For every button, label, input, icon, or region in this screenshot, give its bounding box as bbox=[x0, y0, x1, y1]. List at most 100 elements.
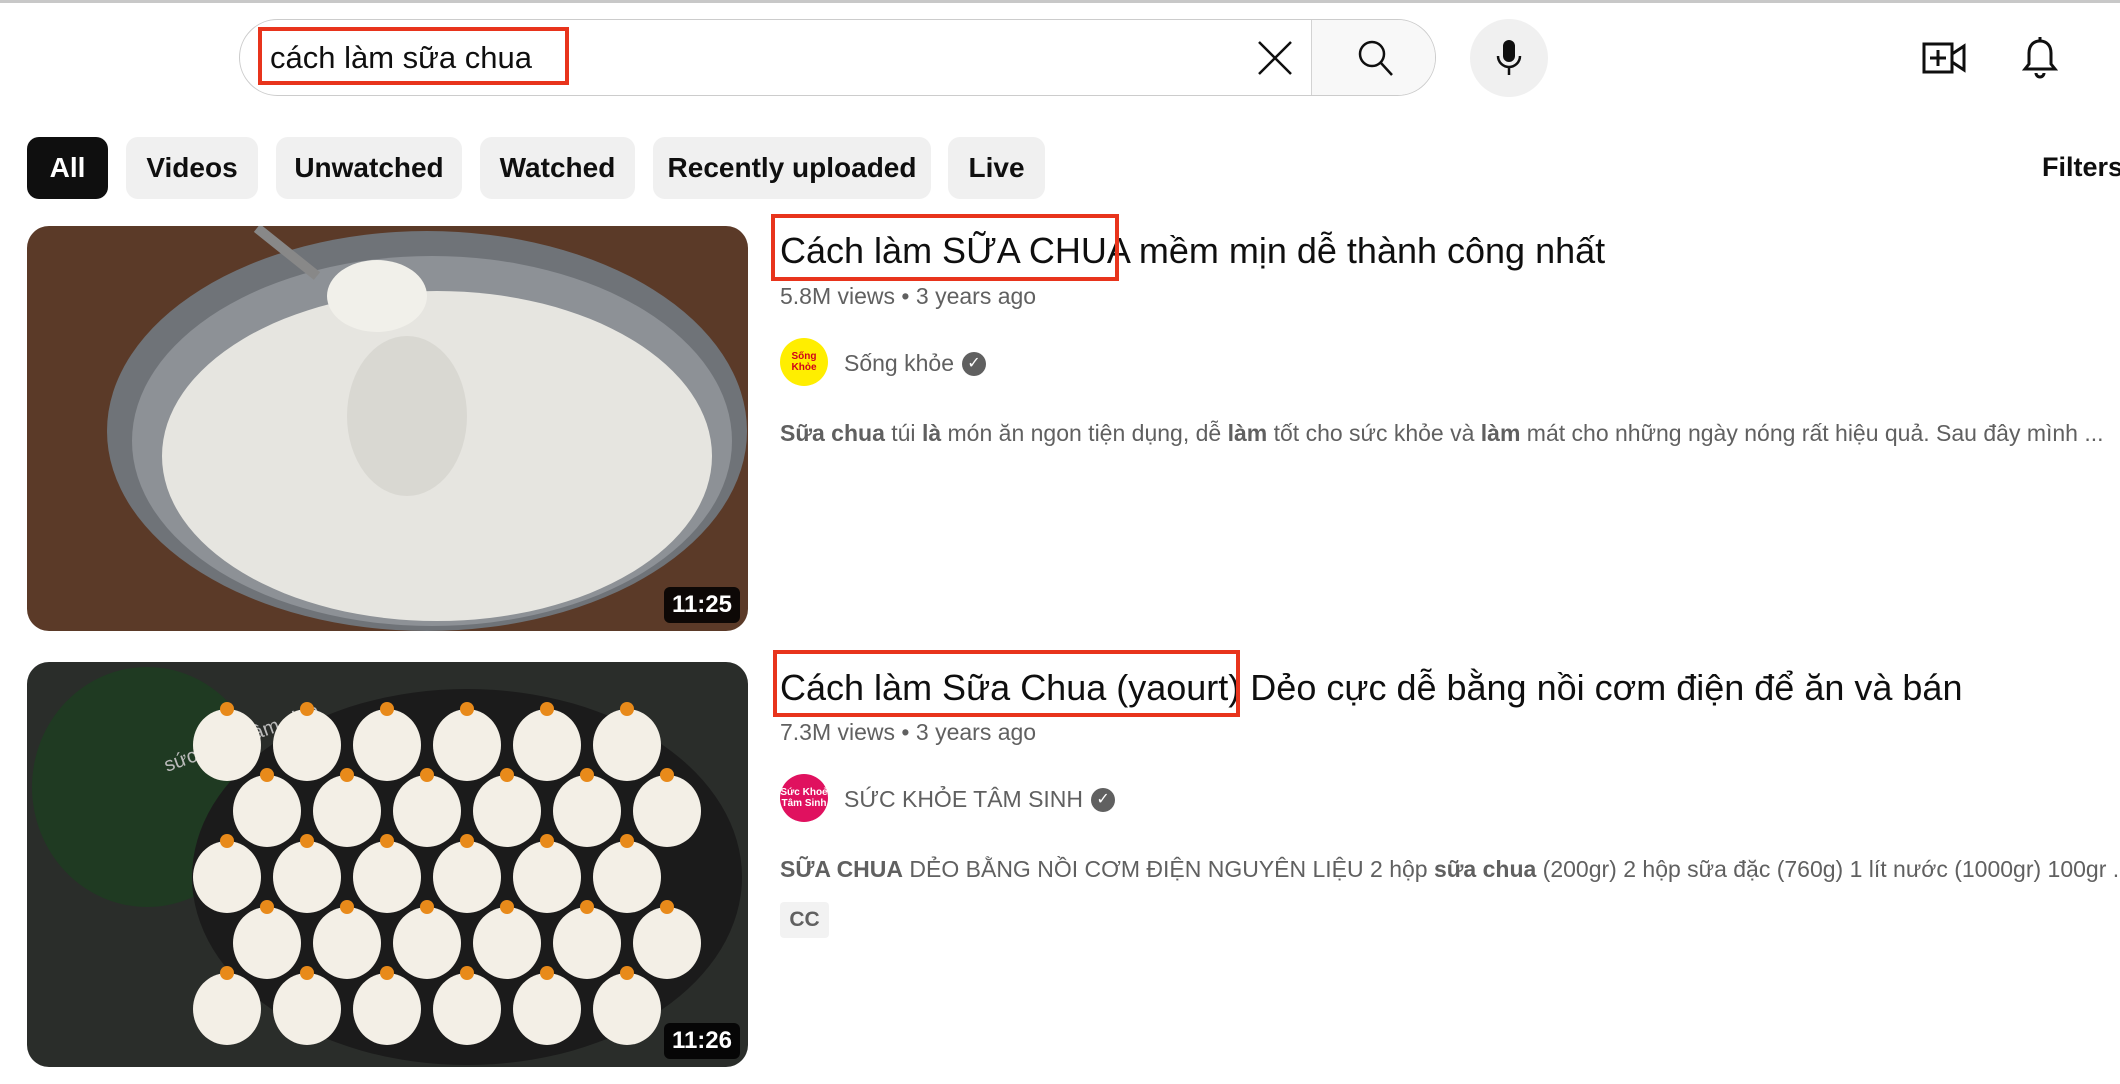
bag-tie bbox=[660, 768, 674, 782]
bag-tie bbox=[460, 834, 474, 848]
yogurt-bag bbox=[353, 973, 421, 1045]
verified-icon: ✓ bbox=[961, 351, 986, 376]
yogurt-bag bbox=[193, 973, 261, 1045]
yogurt-bag bbox=[193, 841, 261, 913]
channel-name[interactable]: Sống khỏe ✓ bbox=[844, 350, 986, 377]
yogurt-bag bbox=[233, 775, 301, 847]
bag-tie bbox=[220, 702, 234, 716]
yogurt-bag bbox=[433, 709, 501, 781]
bag-tie bbox=[540, 834, 554, 848]
yogurt-bag bbox=[553, 775, 621, 847]
description-segment: làm bbox=[1480, 420, 1521, 446]
bag-tie bbox=[260, 768, 274, 782]
yogurt-bag bbox=[313, 907, 381, 979]
thumbnail-image bbox=[27, 226, 748, 631]
description-segment: DẺO BẰNG NỒI CƠM ĐIỆN NGUYÊN LIỆU 2 hộp bbox=[903, 856, 1434, 882]
yogurt-bag bbox=[353, 709, 421, 781]
yogurt-bag bbox=[513, 709, 581, 781]
bag-tie bbox=[340, 768, 354, 782]
yogurt-bag bbox=[593, 709, 661, 781]
avatar[interactable]: Sức Khoẻ Tâm Sinh bbox=[780, 774, 828, 822]
search-button[interactable] bbox=[1311, 20, 1435, 95]
yogurt-bag bbox=[193, 709, 261, 781]
close-icon[interactable] bbox=[1255, 38, 1295, 78]
video-duration: 11:26 bbox=[663, 1023, 740, 1059]
bag-tie bbox=[420, 768, 434, 782]
view-count: 7.3M views bbox=[780, 719, 896, 745]
search-icon bbox=[1358, 40, 1393, 76]
description-segment: (200gr) 2 hộp sữa đặc (760g) 1 lít nước … bbox=[1536, 856, 2120, 882]
search-highlight-box bbox=[258, 27, 569, 85]
yogurt-bag bbox=[393, 775, 461, 847]
video-meta: 5.8M views • 3 years ago bbox=[780, 283, 1037, 309]
bag-tie bbox=[380, 966, 394, 980]
bag-tie bbox=[300, 966, 314, 980]
yogurt-bag bbox=[233, 907, 301, 979]
bag-tie bbox=[620, 966, 634, 980]
video-thumbnail[interactable]: sức khoẻ tâm sinh 11:26 bbox=[27, 662, 748, 1067]
bag-tie bbox=[460, 966, 474, 980]
title-highlight-box bbox=[771, 214, 1119, 281]
description-segment: sữa chua bbox=[1433, 856, 1537, 882]
bag-tie bbox=[620, 834, 634, 848]
yogurt-bag bbox=[433, 973, 501, 1045]
video-plus-icon[interactable] bbox=[1922, 40, 1966, 76]
bell-icon[interactable] bbox=[2022, 36, 2058, 80]
bag-tie bbox=[380, 834, 394, 848]
bag-tie bbox=[300, 702, 314, 716]
bag-tie bbox=[540, 966, 554, 980]
upload-age: 3 years ago bbox=[915, 283, 1037, 309]
bag-tie bbox=[660, 900, 674, 914]
bag-tie bbox=[460, 702, 474, 716]
bag-tie bbox=[500, 900, 514, 914]
title-rest: Dẻo cực dễ bằng nồi cơm điện để ăn và bá… bbox=[1240, 667, 1963, 708]
filters-button[interactable]: Filters bbox=[2042, 152, 2120, 183]
channel-name[interactable]: SỨC KHỎE TÂM SINH ✓ bbox=[844, 786, 1116, 813]
verified-icon: ✓ bbox=[1091, 787, 1116, 812]
yogurt-bag bbox=[553, 907, 621, 979]
voice-search-button[interactable] bbox=[1470, 19, 1548, 97]
chip-videos[interactable]: Videos bbox=[126, 137, 258, 199]
yogurt-bag bbox=[393, 907, 461, 979]
video-duration: 11:25 bbox=[663, 587, 740, 623]
description-segment: mát cho những ngày nóng rất hiệu quả. Sa… bbox=[1520, 420, 2104, 446]
channel-label: Sống khỏe bbox=[844, 350, 954, 376]
description-segment: món ăn ngon tiện dụng, dễ bbox=[941, 420, 1228, 446]
chip-unwatched[interactable]: Unwatched bbox=[276, 137, 462, 199]
view-count: 5.8M views bbox=[780, 283, 896, 309]
yogurt-bag bbox=[273, 841, 341, 913]
video-description: SỮA CHUA DẺO BẰNG NỒI CƠM ĐIỆN NGUYÊN LI… bbox=[780, 856, 2120, 883]
avatar[interactable]: Sống Khỏe bbox=[780, 338, 828, 386]
yogurt-bag bbox=[593, 973, 661, 1045]
bag-tie bbox=[420, 900, 434, 914]
bag-tie bbox=[540, 702, 554, 716]
bag-tie bbox=[220, 966, 234, 980]
video-thumbnail[interactable]: 11:25 bbox=[27, 226, 748, 631]
bag-tie bbox=[500, 768, 514, 782]
bag-tie bbox=[220, 834, 234, 848]
chip-all[interactable]: All bbox=[27, 137, 108, 199]
yogurt-bag bbox=[313, 775, 381, 847]
description-segment: Sữa chua bbox=[780, 420, 885, 446]
bag-tie bbox=[580, 768, 594, 782]
yogurt-bag bbox=[433, 841, 501, 913]
bag-tie bbox=[260, 900, 274, 914]
chip-watched[interactable]: Watched bbox=[480, 137, 635, 199]
yogurt-bag bbox=[353, 841, 421, 913]
description-segment: túi bbox=[884, 420, 922, 446]
channel-label: SỨC KHỎE TÂM SINH bbox=[844, 786, 1084, 812]
bag-tie bbox=[340, 900, 354, 914]
yogurt-bag bbox=[473, 907, 541, 979]
yogurt-bag bbox=[633, 775, 701, 847]
top-border bbox=[0, 0, 2120, 3]
yogurt-bag bbox=[633, 907, 701, 979]
bag-tie bbox=[620, 702, 634, 716]
yogurt-bag bbox=[273, 973, 341, 1045]
chip-recently-uploaded[interactable]: Recently uploaded bbox=[653, 137, 931, 199]
description-segment: làm bbox=[1227, 420, 1268, 446]
yogurt-bag bbox=[473, 775, 541, 847]
video-description: Sữa chua túi là món ăn ngon tiện dụng, d… bbox=[780, 420, 2120, 447]
title-highlight-box bbox=[773, 650, 1240, 717]
bag-tie bbox=[300, 834, 314, 848]
chip-live[interactable]: Live bbox=[948, 137, 1045, 199]
